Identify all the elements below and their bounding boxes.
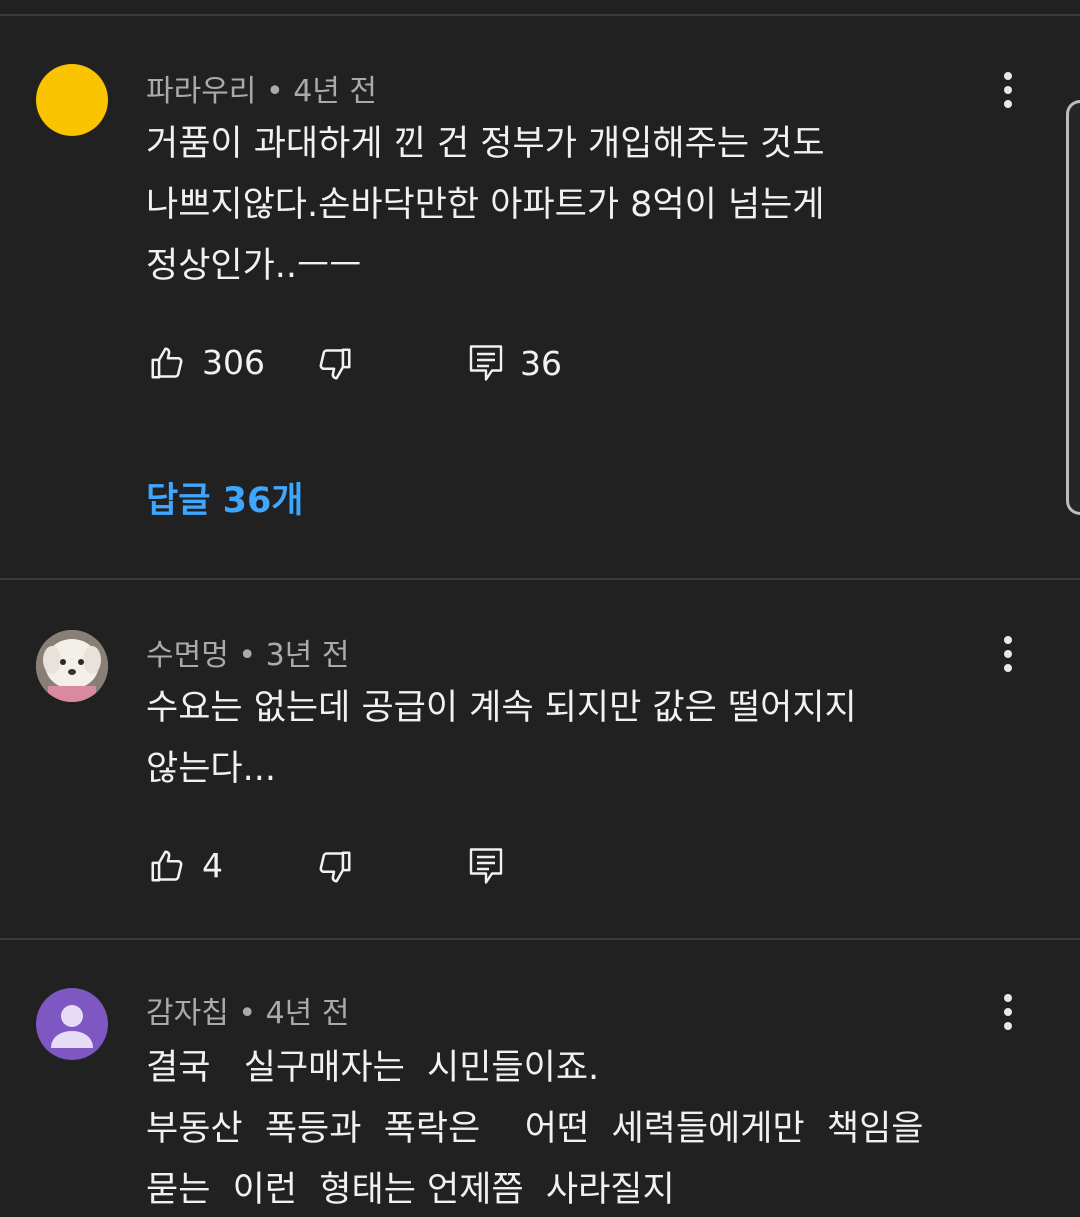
reply-count: 36: [520, 343, 562, 383]
avatar[interactable]: [36, 64, 108, 136]
avatar[interactable]: [36, 630, 108, 702]
like-count: 4: [202, 846, 223, 885]
default-avatar-icon: [51, 1005, 93, 1048]
comment-time: 4년 전: [293, 74, 378, 109]
more-vert-icon[interactable]: [990, 66, 1026, 114]
view-replies-link[interactable]: 답글 36개: [146, 472, 304, 523]
author-name[interactable]: 파라우리: [146, 74, 256, 109]
author-name[interactable]: 감자칩: [146, 996, 229, 1031]
scrollbar[interactable]: [1066, 100, 1080, 515]
comment-text: 결국 실구매자는 시민들이죠. 부동산 폭등과 폭락은 어떤 세력들에게만 책임…: [146, 1048, 924, 1210]
comment-time: 3년 전: [265, 638, 350, 673]
meta-separator: •: [265, 74, 294, 109]
avatar[interactable]: [36, 988, 108, 1060]
comment-time: 4년 전: [265, 996, 350, 1031]
comment-meta: 파라우리 • 4년 전: [146, 66, 377, 110]
like-button[interactable]: 306: [148, 343, 265, 382]
thumb-down-icon: [319, 348, 351, 380]
dislike-button[interactable]: [316, 848, 354, 886]
more-vert-icon[interactable]: [990, 630, 1026, 678]
thumb-up-icon: [151, 849, 183, 882]
comment-icon: [469, 345, 503, 381]
comments-page: 파라우리 • 4년 전 거품이 과대하게 낀 건 정부가 개입해주는 것도 나쁘…: [0, 0, 1080, 1217]
thumb-down-icon: [319, 851, 351, 883]
meta-separator: •: [238, 996, 266, 1031]
divider: [0, 14, 1080, 16]
more-vert-icon[interactable]: [990, 988, 1026, 1036]
comment-text: 거품이 과대하게 낀 건 정부가 개입해주는 것도 나쁘지않다.손바닥만한 아파…: [146, 124, 825, 286]
reply-button[interactable]: 36: [468, 343, 562, 383]
reply-button[interactable]: [468, 846, 504, 886]
comment-text: 수요는 없는데 공급이 계속 되지만 값은 떨어지지 않는다...: [146, 688, 857, 789]
dislike-button[interactable]: [316, 345, 354, 383]
meta-separator: •: [238, 638, 266, 673]
like-button[interactable]: 4: [148, 846, 223, 885]
thumb-up-icon: [151, 346, 183, 379]
divider: [0, 938, 1080, 940]
like-count: 306: [202, 343, 265, 382]
dog-photo-icon: [36, 630, 108, 702]
comment-meta: 수면멍 • 3년 전: [146, 630, 349, 674]
divider: [0, 578, 1080, 580]
comment-meta: 감자칩 • 4년 전: [146, 988, 349, 1032]
author-name[interactable]: 수면멍: [146, 638, 229, 673]
comment-icon: [469, 848, 503, 884]
